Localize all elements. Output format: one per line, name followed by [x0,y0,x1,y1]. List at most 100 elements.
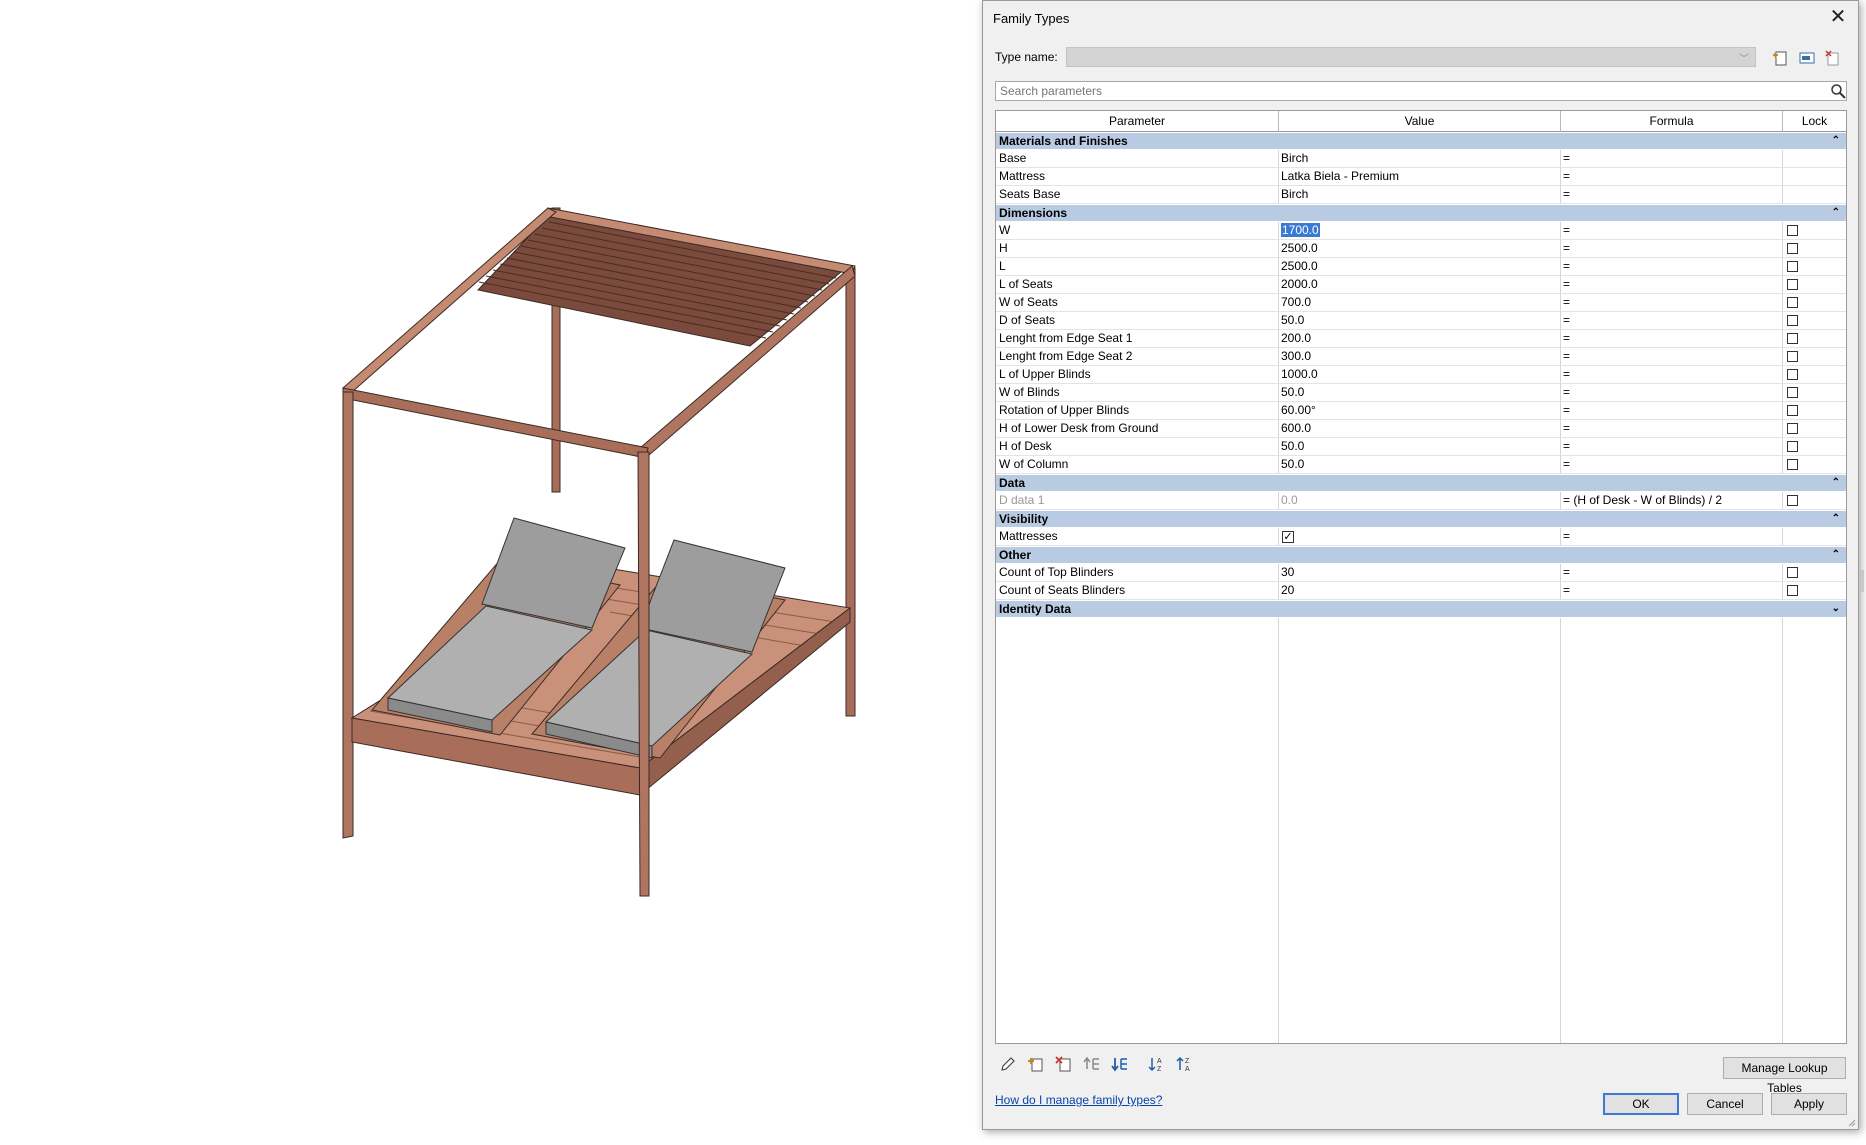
lock-checkbox[interactable] [1787,297,1798,308]
param-value-selected[interactable]: 1700.0 [1281,223,1320,237]
lock-checkbox[interactable] [1787,495,1798,506]
lock-checkbox[interactable] [1787,315,1798,326]
param-row-rotation-upper-blinds[interactable]: Rotation of Upper Blinds 60.00° = [996,402,1846,420]
collapse-icon[interactable]: ⌃ [1832,133,1840,149]
manage-lookup-tables-button[interactable]: Manage Lookup Tables [1723,1057,1846,1095]
param-value-cell[interactable]: 1700.0 [1278,222,1560,239]
param-row-h[interactable]: H 2500.0 = [996,240,1846,258]
lock-checkbox[interactable] [1787,369,1798,380]
lock-checkbox[interactable] [1787,243,1798,254]
expand-icon[interactable]: ⌄ [1832,601,1840,617]
ok-button[interactable]: OK [1603,1093,1679,1115]
param-formula[interactable]: = [1560,384,1782,401]
param-value[interactable]: 50.0 [1278,456,1560,473]
search-icon[interactable] [1830,83,1846,99]
param-formula[interactable]: = [1560,168,1782,185]
param-formula[interactable]: = (H of Desk - W of Blinds) / 2 [1560,492,1782,509]
lock-checkbox[interactable] [1787,261,1798,272]
param-formula[interactable]: = [1560,438,1782,455]
scrollbar-thumb[interactable] [1860,570,1864,592]
edit-parameter-icon[interactable] [999,1055,1017,1073]
param-formula[interactable]: = [1560,222,1782,239]
lock-checkbox[interactable] [1787,567,1798,578]
collapse-icon[interactable]: ⌃ [1832,475,1840,491]
header-formula[interactable]: Formula [1561,111,1783,132]
lock-checkbox[interactable] [1787,459,1798,470]
resize-grip-icon[interactable] [1846,1117,1856,1127]
param-value[interactable]: 2500.0 [1278,240,1560,257]
lock-checkbox[interactable] [1787,441,1798,452]
help-link[interactable]: How do I manage family types? [995,1093,1162,1107]
new-parameter-icon[interactable] [1027,1055,1045,1073]
sort-descending-icon[interactable]: ZA [1175,1055,1193,1073]
param-formula[interactable]: = [1560,402,1782,419]
collapse-icon[interactable]: ⌃ [1832,511,1840,527]
param-value[interactable]: 50.0 [1278,438,1560,455]
param-row-w-of-seats[interactable]: W of Seats 700.0 = [996,294,1846,312]
param-formula[interactable]: = [1560,276,1782,293]
param-formula[interactable]: = [1560,240,1782,257]
param-value[interactable]: 600.0 [1278,420,1560,437]
param-row-count-top-blinders[interactable]: Count of Top Blinders 30 = [996,564,1846,582]
param-formula[interactable]: = [1560,456,1782,473]
param-row-w-of-blinds[interactable]: W of Blinds 50.0 = [996,384,1846,402]
param-row-h-of-desk[interactable]: H of Desk 50.0 = [996,438,1846,456]
new-type-icon[interactable] [1772,49,1790,67]
param-formula[interactable]: = [1560,366,1782,383]
param-formula[interactable]: = [1560,150,1782,167]
lock-checkbox[interactable] [1787,225,1798,236]
lock-checkbox[interactable] [1787,405,1798,416]
group-dimensions[interactable]: Dimensions ⌃ [996,204,1846,222]
param-formula[interactable]: = [1560,186,1782,203]
param-row-base[interactable]: Base Birch = [996,150,1846,168]
param-value[interactable]: 1000.0 [1278,366,1560,383]
param-row-w-of-column[interactable]: W of Column 50.0 = [996,456,1846,474]
lock-checkbox[interactable] [1787,387,1798,398]
lock-checkbox[interactable] [1787,585,1798,596]
group-materials-and-finishes[interactable]: Materials and Finishes ⌃ [996,132,1846,150]
param-row-seats-base[interactable]: Seats Base Birch = [996,186,1846,204]
param-row-d-data-1[interactable]: D data 1 0.0 = (H of Desk - W of Blinds)… [996,492,1846,510]
param-value[interactable]: 200.0 [1278,330,1560,347]
param-value[interactable]: 2000.0 [1278,276,1560,293]
param-formula[interactable]: = [1560,348,1782,365]
param-value[interactable]: 20 [1278,582,1560,599]
param-formula[interactable]: = [1560,258,1782,275]
cancel-button[interactable]: Cancel [1687,1093,1763,1115]
header-parameter[interactable]: Parameter [996,111,1279,132]
param-row-length-edge-seat-2[interactable]: Lenght from Edge Seat 2 300.0 = [996,348,1846,366]
param-row-mattress[interactable]: Mattress Latka Biela - Premium = [996,168,1846,186]
lock-checkbox[interactable] [1787,351,1798,362]
lock-checkbox[interactable] [1787,333,1798,344]
search-parameters-input[interactable] [995,81,1847,101]
delete-parameter-icon[interactable] [1055,1055,1073,1073]
param-row-l-of-upper-blinds[interactable]: L of Upper Blinds 1000.0 = [996,366,1846,384]
param-value[interactable]: 700.0 [1278,294,1560,311]
sort-ascending-icon[interactable]: AZ [1147,1055,1165,1073]
param-row-h-lower-desk[interactable]: H of Lower Desk from Ground 600.0 = [996,420,1846,438]
param-formula[interactable]: = [1560,330,1782,347]
param-value[interactable]: 30 [1278,564,1560,581]
param-value[interactable]: 50.0 [1278,384,1560,401]
param-value[interactable]: Birch [1278,150,1560,167]
rename-type-icon[interactable] [1798,49,1816,67]
param-row-count-seats-blinders[interactable]: Count of Seats Blinders 20 = [996,582,1846,600]
param-row-l[interactable]: L 2500.0 = [996,258,1846,276]
header-lock[interactable]: Lock [1783,111,1846,132]
param-row-l-of-seats[interactable]: L of Seats 2000.0 = [996,276,1846,294]
param-value[interactable]: Birch [1278,186,1560,203]
param-row-w[interactable]: W 1700.0 = [996,222,1846,240]
header-value[interactable]: Value [1279,111,1561,132]
param-formula[interactable]: = [1560,312,1782,329]
param-formula[interactable]: = [1560,294,1782,311]
param-value[interactable]: 300.0 [1278,348,1560,365]
param-formula[interactable]: = [1560,420,1782,437]
type-name-dropdown[interactable]: ﹀ [1066,47,1756,67]
move-up-icon[interactable] [1083,1055,1101,1073]
param-formula[interactable]: = [1560,582,1782,599]
apply-button[interactable]: Apply [1771,1093,1847,1115]
param-value[interactable]: 50.0 [1278,312,1560,329]
mattresses-checkbox[interactable]: ✓ [1282,531,1294,543]
close-icon[interactable]: ✕ [1826,5,1850,29]
group-visibility[interactable]: Visibility ⌃ [996,510,1846,528]
